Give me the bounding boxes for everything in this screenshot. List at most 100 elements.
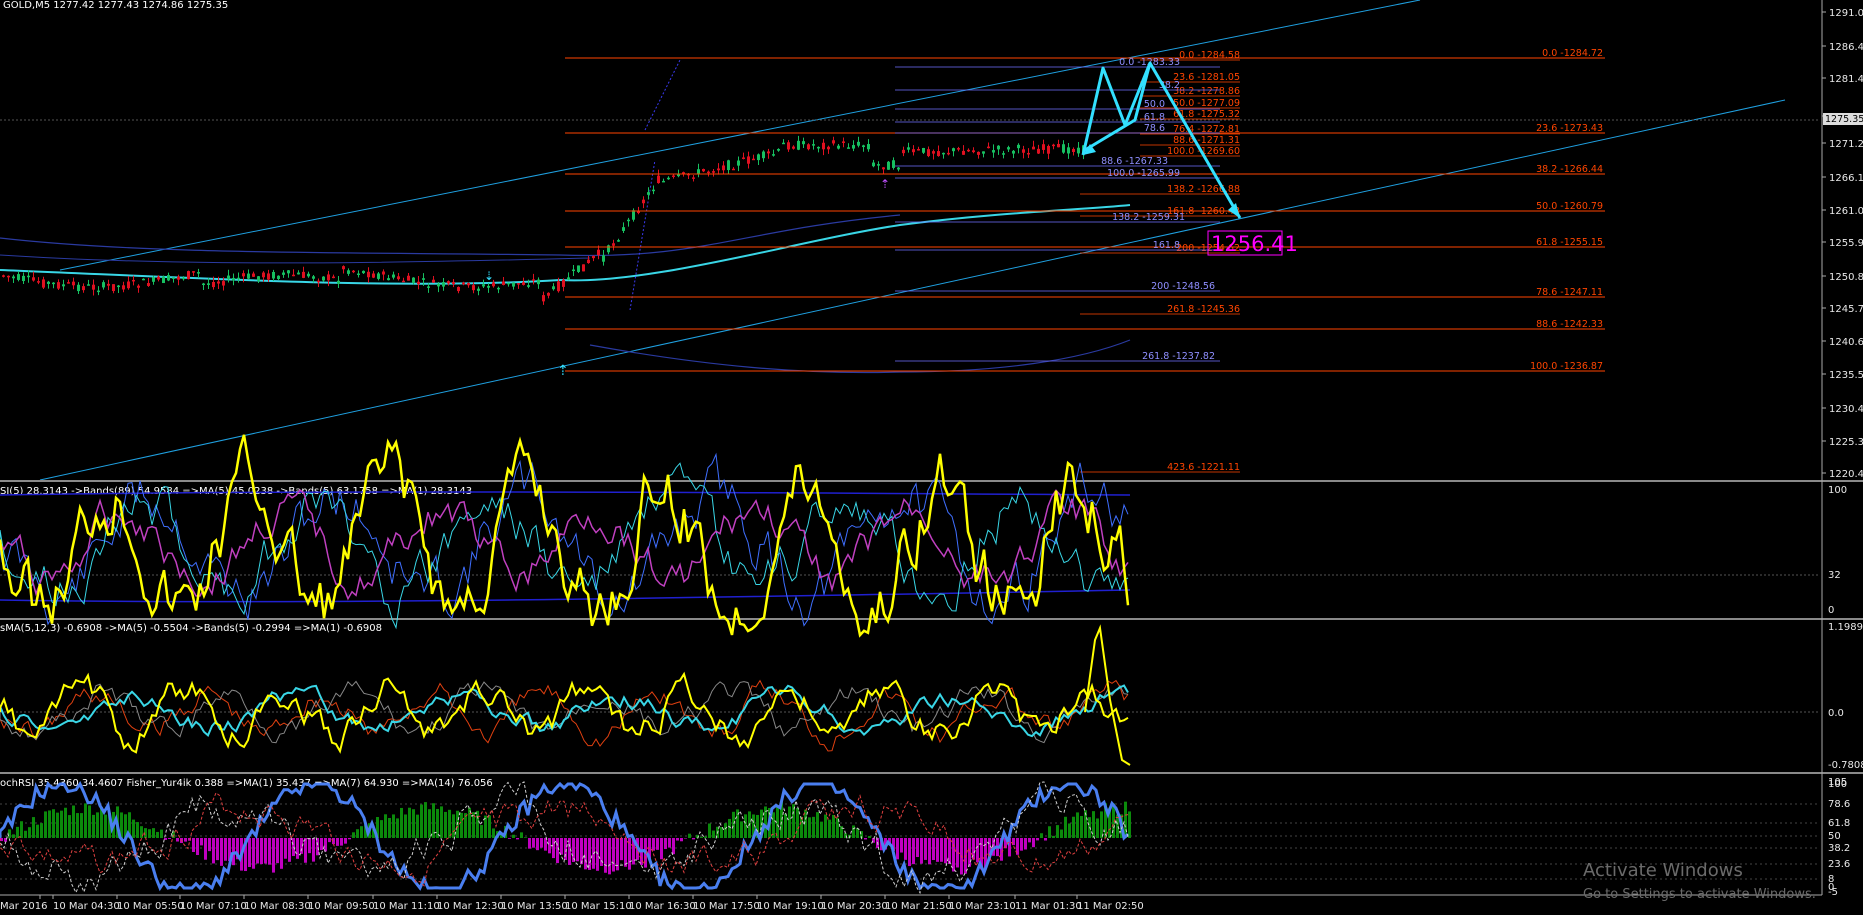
fibo-ext-label: 138.2 -1266.88 (1167, 184, 1240, 195)
rsi-level-32: 32 (1828, 570, 1841, 581)
candle-body (547, 292, 550, 296)
candle-body (587, 259, 590, 264)
price-axis-label: 1271.25 (1829, 139, 1863, 150)
candle-body (367, 271, 370, 278)
candle-body (632, 210, 635, 220)
fibo-level-label: 100.0 -1236.87 (1530, 361, 1603, 372)
stochrsi-panel[interactable]: ochRSI 35.4360 34.4607 Fisher_Yur4ik 0.3… (0, 777, 1850, 898)
candle-body (107, 283, 110, 286)
stoch-histogram-bar (156, 831, 159, 838)
stoch-histogram-bar (56, 812, 59, 838)
osma-panel[interactable]: sMA(5,12,3) -0.6908 ->MA(5) -0.5504 ->Ba… (0, 622, 1863, 771)
stoch-histogram-bar (608, 838, 611, 875)
candle-body (297, 272, 300, 275)
candle-body (512, 282, 515, 287)
candle-body (1072, 148, 1075, 152)
fibo-blue-label: 161.8 (1153, 240, 1180, 251)
time-axis-label: 10 Mar 16:30 (629, 901, 696, 912)
candle-body (957, 148, 960, 150)
time-axis-label: 10 Mar 20:30 (821, 901, 888, 912)
candle-body (522, 282, 525, 285)
stoch-level-label: 38.2 (1828, 843, 1850, 854)
stoch-histogram-bar (424, 802, 427, 838)
stoch-ma7 (0, 781, 1129, 895)
stoch-histogram-bar (96, 812, 99, 838)
osma-band (0, 679, 1129, 752)
candle-body (67, 282, 70, 284)
candle-body (747, 156, 750, 164)
candlesticks[interactable] (2, 135, 1085, 305)
channel-lower-line[interactable] (39, 99, 1786, 481)
stoch-histogram-bar (224, 838, 227, 861)
stoch-histogram-bar (276, 838, 279, 864)
candle-body (652, 189, 655, 192)
candle-body (37, 281, 40, 283)
up-arrow-marker-icon: ⇡ (557, 363, 569, 379)
down-arrow-marker-icon: ⇣ (484, 269, 494, 283)
fibo-blue-label: 100.0 -1265.99 (1107, 168, 1180, 179)
price-axis-label: 1261.05 (1829, 206, 1863, 217)
price-axis-label: 1230.45 (1829, 404, 1863, 415)
candle-body (82, 286, 85, 291)
candle-body (1057, 143, 1060, 148)
stoch-histogram-bar (724, 823, 727, 838)
candle-body (787, 142, 790, 150)
time-axis-label: 10 Mar 19:10 (757, 901, 824, 912)
candle-body (812, 144, 815, 146)
candle-body (457, 286, 460, 292)
stoch-histogram-bar (284, 838, 287, 859)
candle-body (662, 180, 665, 183)
stoch-histogram-bar (488, 815, 491, 838)
candle-body (387, 278, 390, 281)
stoch-histogram-bar (388, 817, 391, 838)
candle-body (907, 147, 910, 150)
candle-body (252, 273, 255, 277)
stoch-histogram-bar (396, 818, 399, 838)
stoch-histogram-bar (256, 838, 259, 864)
candle-body (217, 281, 220, 284)
stoch-histogram-bar (520, 832, 523, 838)
candle-body (702, 168, 705, 172)
candle-body (497, 287, 500, 290)
stoch-histogram-bar (8, 829, 11, 838)
stoch-histogram-bar (524, 837, 527, 838)
stoch-histogram-bar (308, 838, 311, 854)
candle-body (752, 158, 755, 161)
candle-body (127, 281, 130, 289)
stoch-histogram-bar (660, 838, 663, 860)
stoch-histogram-bar (344, 838, 347, 844)
candle-body (552, 286, 555, 290)
stoch-histogram-bar (532, 838, 535, 848)
candle-body (832, 140, 835, 144)
candle-body (182, 277, 185, 280)
stoch-histogram-bar (404, 814, 407, 838)
stoch-histogram-bar (516, 838, 519, 840)
candle-body (397, 276, 400, 280)
time-axis-label: 10 Mar 15:10 (565, 901, 632, 912)
stoch-histogram-bar (44, 811, 47, 838)
osma-level-zero: 0.0 (1828, 708, 1844, 719)
stoch-histogram-bar (60, 810, 63, 838)
stoch-histogram-bar (12, 834, 15, 838)
price-panel[interactable]: GOLD,M5 1277.42 1277.43 1274.86 1275.35 … (0, 0, 1820, 481)
trading-chart[interactable]: GOLD,M5 1277.42 1277.43 1274.86 1275.35 … (0, 0, 1863, 915)
stoch-histogram-bar (1048, 826, 1051, 838)
candle-body (1052, 144, 1055, 147)
stoch-histogram-bar (28, 827, 31, 838)
stoch-histogram-bar (160, 829, 163, 838)
time-axis-label: 11 Mar 02:50 (1077, 901, 1144, 912)
rsi-panel[interactable]: SI(5) 28.3143 ->Bands(89) 54.9584 =>MA(5… (0, 434, 1847, 638)
fibo-retracement-right[interactable]: 0.0 -1284.72 23.6 -1273.43 38.2 -1266.44 50… (565, 48, 1605, 372)
stoch-histogram-bar (820, 821, 823, 838)
candle-body (52, 282, 55, 285)
stoch-histogram-bar (588, 838, 591, 870)
candle-body (857, 141, 860, 146)
price-axis[interactable]: 1291.051286.401281.451276.351271.251266.… (1822, 8, 1863, 480)
candle-body (922, 147, 925, 153)
fibo-level-label: 23.6 -1273.43 (1536, 123, 1603, 134)
candle-body (1017, 144, 1020, 149)
long-ma-blue (0, 214, 901, 257)
candle-body (177, 276, 180, 280)
time-axis[interactable]: Mar 2016 10 Mar 04:3010 Mar 05:5010 Mar 0… (0, 895, 1144, 912)
stoch-histogram-bar (436, 808, 439, 838)
